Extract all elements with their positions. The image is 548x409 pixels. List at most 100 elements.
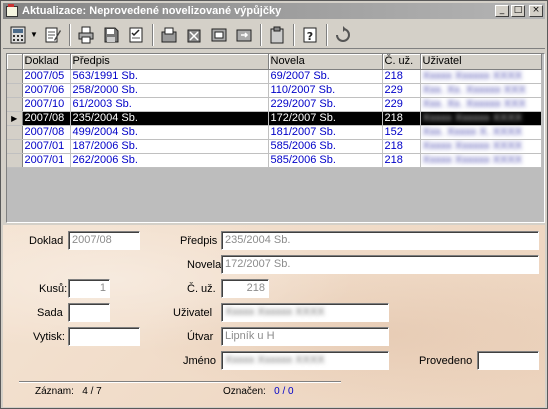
status-divider [19, 381, 341, 383]
column-header-novela[interactable]: Novela [268, 54, 383, 70]
print-icon[interactable] [75, 24, 97, 46]
cell-novela[interactable]: 585/2006 Sb. [268, 139, 383, 154]
record-value: 4 / 7 [82, 386, 102, 397]
cell-predpis[interactable]: 61/2003 Sb. [70, 97, 269, 112]
edit-document-icon[interactable] [42, 24, 64, 46]
predpis-field[interactable]: 235/2004 Sb. [221, 231, 539, 250]
cell-uzivatel[interactable]: Xxx. Xx. Xxxxxx XXX [420, 97, 542, 112]
cell-cuz[interactable]: 229 [382, 83, 421, 98]
cell-uzivatel[interactable]: Xxx. Xxxxx X. XXXX [420, 125, 542, 140]
checklist-icon[interactable] [125, 24, 147, 46]
cuz-field[interactable]: 218 [221, 279, 269, 298]
uzivatel-label: Uživatel [173, 307, 213, 319]
cell-cuz[interactable]: 218 [382, 153, 421, 168]
help-icon[interactable]: ? [299, 24, 321, 46]
row-indicator [7, 139, 23, 154]
redacted-user: Xxxxx Xxxxxx XXXX [225, 354, 325, 366]
cell-novela[interactable]: 585/2006 Sb. [268, 153, 383, 168]
jmeno-field[interactable]: Xxxxx Xxxxxx XXXX [221, 351, 389, 370]
app-window: Aktualizace: Neprovedené novelizované vý… [0, 0, 548, 409]
doklad-label: Doklad [29, 235, 64, 247]
column-header-doklad[interactable]: Doklad [22, 54, 71, 70]
cell-doklad[interactable]: 2007/08 [22, 111, 71, 126]
cell-uzivatel[interactable]: Xxx. Xx. Xxxxxx XXX [420, 83, 542, 98]
table-row[interactable]: 2007/06 258/2000 Sb. 110/2007 Sb. 229 Xx… [7, 83, 542, 98]
kusu-field[interactable]: 1 [68, 279, 110, 298]
cell-doklad[interactable]: 2007/01 [22, 139, 71, 154]
cell-cuz[interactable]: 218 [382, 69, 421, 84]
cell-predpis[interactable]: 235/2004 Sb. [70, 111, 269, 126]
cell-predpis[interactable]: 262/2006 Sb. [70, 153, 269, 168]
save-icon[interactable] [100, 24, 122, 46]
uzivatel-field[interactable]: Xxxxx Xxxxxx XXXX [221, 303, 389, 322]
kusu-label: Kusů: [39, 283, 68, 295]
close-button[interactable]: × [529, 5, 543, 17]
cuz-label: Č. už. [187, 283, 216, 295]
redacted-user: Xxx. Xx. Xxxxxx XXX [422, 97, 526, 110]
cell-predpis[interactable]: 499/2004 Sb. [70, 125, 269, 140]
cell-uzivatel[interactable]: Xxxxx Xxxxxx XXXX [420, 69, 542, 84]
sada-label: Sada [37, 307, 63, 319]
redacted-user: Xxxxx Xxxxxx XXXX [422, 139, 523, 152]
marked-counter: Označen: 0 / 0 [223, 386, 294, 397]
novela-field[interactable]: 172/2007 Sb. [221, 255, 539, 274]
refresh-icon[interactable] [332, 24, 354, 46]
cell-cuz[interactable]: 229 [382, 97, 421, 112]
cell-uzivatel[interactable]: Xxxxx Xxxxxx XXXX [420, 139, 542, 154]
column-header-uzivatel[interactable]: Uživatel [420, 54, 542, 70]
table-row-selected[interactable]: ▶ 2007/08 235/2004 Sb. 172/2007 Sb. 218 … [7, 111, 542, 126]
paste-icon[interactable] [233, 24, 255, 46]
cell-novela[interactable]: 69/2007 Sb. [268, 69, 383, 84]
clipboard-icon[interactable] [266, 24, 288, 46]
row-indicator [7, 153, 23, 168]
marked-value: 0 / 0 [274, 386, 294, 397]
cell-predpis[interactable]: 187/2006 Sb. [70, 139, 269, 154]
utvar-field[interactable]: Lipník u H [221, 327, 389, 346]
current-row-arrow-icon: ▶ [7, 111, 23, 126]
data-grid[interactable]: Doklad Předpis Novela Č. už. Uživatel 20… [6, 53, 545, 223]
cell-doklad[interactable]: 2007/08 [22, 125, 71, 140]
novela-label: Novela [187, 259, 222, 271]
cell-uzivatel[interactable]: Xxxxx Xxxxxx XXXX [420, 153, 542, 168]
provedeno-field[interactable] [477, 351, 539, 370]
table-row[interactable]: 2007/01 187/2006 Sb. 585/2006 Sb. 218 Xx… [7, 139, 542, 154]
cell-doklad[interactable]: 2007/01 [22, 153, 71, 168]
dropdown-arrow-icon[interactable]: ▼ [30, 30, 38, 39]
redacted-user: Xxxxx Xxxxxx XXXX [422, 111, 523, 124]
minimize-button[interactable]: _ [495, 5, 509, 17]
vytisk-field[interactable] [68, 327, 140, 346]
column-header-predpis[interactable]: Předpis [70, 54, 269, 70]
table-row[interactable]: 2007/08 499/2004 Sb. 181/2007 Sb. 152 Xx… [7, 125, 542, 140]
table-row[interactable]: 2007/10 61/2003 Sb. 229/2007 Sb. 229 Xxx… [7, 97, 542, 112]
cell-novela[interactable]: 181/2007 Sb. [268, 125, 383, 140]
utvar-label: Útvar [187, 331, 214, 343]
cell-novela[interactable]: 172/2007 Sb. [268, 111, 383, 126]
cell-novela[interactable]: 229/2007 Sb. [268, 97, 383, 112]
calculator-icon[interactable] [7, 24, 29, 46]
toolbar: ▼ ? [3, 21, 545, 49]
cell-predpis[interactable]: 563/1991 Sb. [70, 69, 269, 84]
title-bar[interactable]: Aktualizace: Neprovedené novelizované vý… [3, 3, 545, 19]
cell-novela[interactable]: 110/2007 Sb. [268, 83, 383, 98]
table-row[interactable]: 2007/01 262/2006 Sb. 585/2006 Sb. 218 Xx… [7, 153, 542, 168]
sada-field[interactable] [68, 303, 110, 322]
cell-doklad[interactable]: 2007/06 [22, 83, 71, 98]
doklad-field[interactable]: 2007/08 [68, 231, 140, 250]
record-label: Záznam: [35, 386, 74, 397]
detail-form: Doklad 2007/08 Předpis 235/2004 Sb. Nove… [3, 225, 545, 407]
predpis-label: Předpis [180, 235, 218, 247]
copy-icon[interactable] [208, 24, 230, 46]
table-row[interactable]: 2007/05 563/1991 Sb. 69/2007 Sb. 218 Xxx… [7, 69, 542, 84]
cell-cuz[interactable]: 152 [382, 125, 421, 140]
cell-uzivatel[interactable]: Xxxxx Xxxxxx XXXX [420, 111, 542, 126]
cell-doklad[interactable]: 2007/10 [22, 97, 71, 112]
cut-icon[interactable] [158, 24, 180, 46]
cell-cuz[interactable]: 218 [382, 111, 421, 126]
cell-predpis[interactable]: 258/2000 Sb. [70, 83, 269, 98]
column-header-cuz[interactable]: Č. už. [382, 54, 421, 70]
delete-icon[interactable] [183, 24, 205, 46]
maximize-button[interactable]: □ [511, 5, 525, 17]
cell-doklad[interactable]: 2007/05 [22, 69, 71, 84]
redacted-user: Xxxxx Xxxxxx XXXX [422, 153, 523, 166]
cell-cuz[interactable]: 218 [382, 139, 421, 154]
